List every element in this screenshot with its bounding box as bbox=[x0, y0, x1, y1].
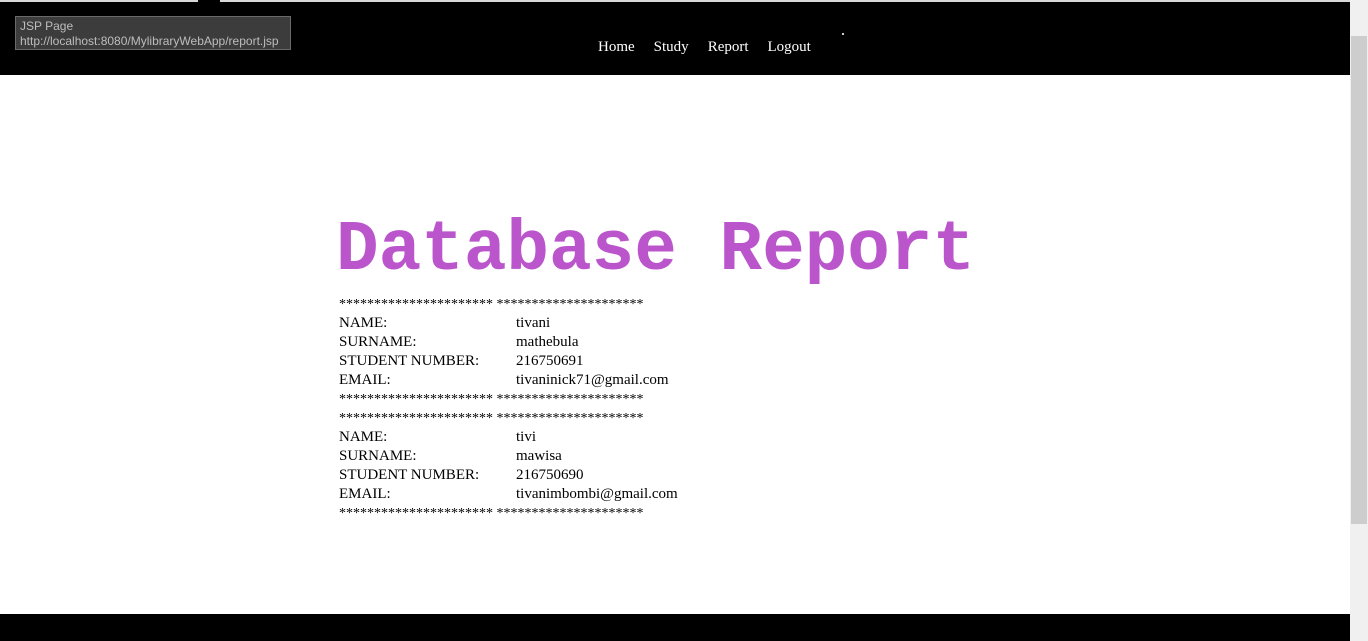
surname-label: SURNAME: bbox=[339, 448, 417, 464]
nav-home-link[interactable]: Home bbox=[598, 39, 635, 56]
tooltip-url: http://localhost:8080/MylibraryWebApp/re… bbox=[20, 34, 279, 48]
surname-value: mathebula bbox=[516, 334, 579, 350]
record-student-number-row: STUDENT NUMBER: 216750691 bbox=[339, 352, 678, 371]
email-label: EMAIL: bbox=[339, 372, 391, 388]
nav-dot bbox=[842, 33, 844, 35]
student-number-label: STUDENT NUMBER: bbox=[339, 467, 480, 483]
record-surname-row: SURNAME: mawisa bbox=[339, 447, 678, 466]
student-number-label: STUDENT NUMBER: bbox=[339, 353, 480, 369]
page-title: Database Report bbox=[336, 211, 976, 291]
record-email-row: EMAIL: tivaninick71@gmail.com bbox=[339, 371, 678, 390]
footer bbox=[0, 614, 1350, 641]
surname-value: mawisa bbox=[516, 448, 562, 464]
tooltip-title: JSP Page bbox=[20, 19, 74, 33]
name-label: NAME: bbox=[339, 315, 388, 331]
separator: ********************** *****************… bbox=[339, 392, 644, 407]
email-label: EMAIL: bbox=[339, 486, 391, 502]
record-email-row: EMAIL: tivanimbombi@gmail.com bbox=[339, 485, 678, 504]
nav-logout-link[interactable]: Logout bbox=[768, 39, 811, 56]
email-value: tivanimbombi@gmail.com bbox=[516, 486, 678, 502]
name-value: tivani bbox=[516, 315, 551, 331]
record-name-row: NAME: tivi bbox=[339, 428, 678, 447]
separator: ********************** *****************… bbox=[339, 297, 644, 312]
vertical-scrollbar[interactable] bbox=[1350, 0, 1368, 641]
name-label: NAME: bbox=[339, 429, 388, 445]
separator: ********************** *****************… bbox=[339, 506, 644, 521]
nav-study-link[interactable]: Study bbox=[654, 39, 689, 56]
nav-report-link[interactable]: Report bbox=[708, 39, 749, 56]
record-student-number-row: STUDENT NUMBER: 216750690 bbox=[339, 466, 678, 485]
student-number-value: 216750691 bbox=[516, 353, 584, 369]
record-surname-row: SURNAME: mathebula bbox=[339, 333, 678, 352]
nav-links: Home Study Report Logout bbox=[598, 39, 830, 56]
report-list: ********************** *****************… bbox=[339, 295, 678, 523]
name-value: tivi bbox=[516, 429, 537, 445]
tab-tooltip: JSP Page http://localhost:8080/Mylibrary… bbox=[15, 16, 291, 50]
email-value: tivaninick71@gmail.com bbox=[516, 372, 669, 388]
record-name-row: NAME: tivani bbox=[339, 314, 678, 333]
scrollbar-thumb[interactable] bbox=[1351, 36, 1367, 524]
student-number-value: 216750690 bbox=[516, 467, 584, 483]
surname-label: SURNAME: bbox=[339, 334, 417, 350]
separator: ********************** *****************… bbox=[339, 411, 644, 426]
